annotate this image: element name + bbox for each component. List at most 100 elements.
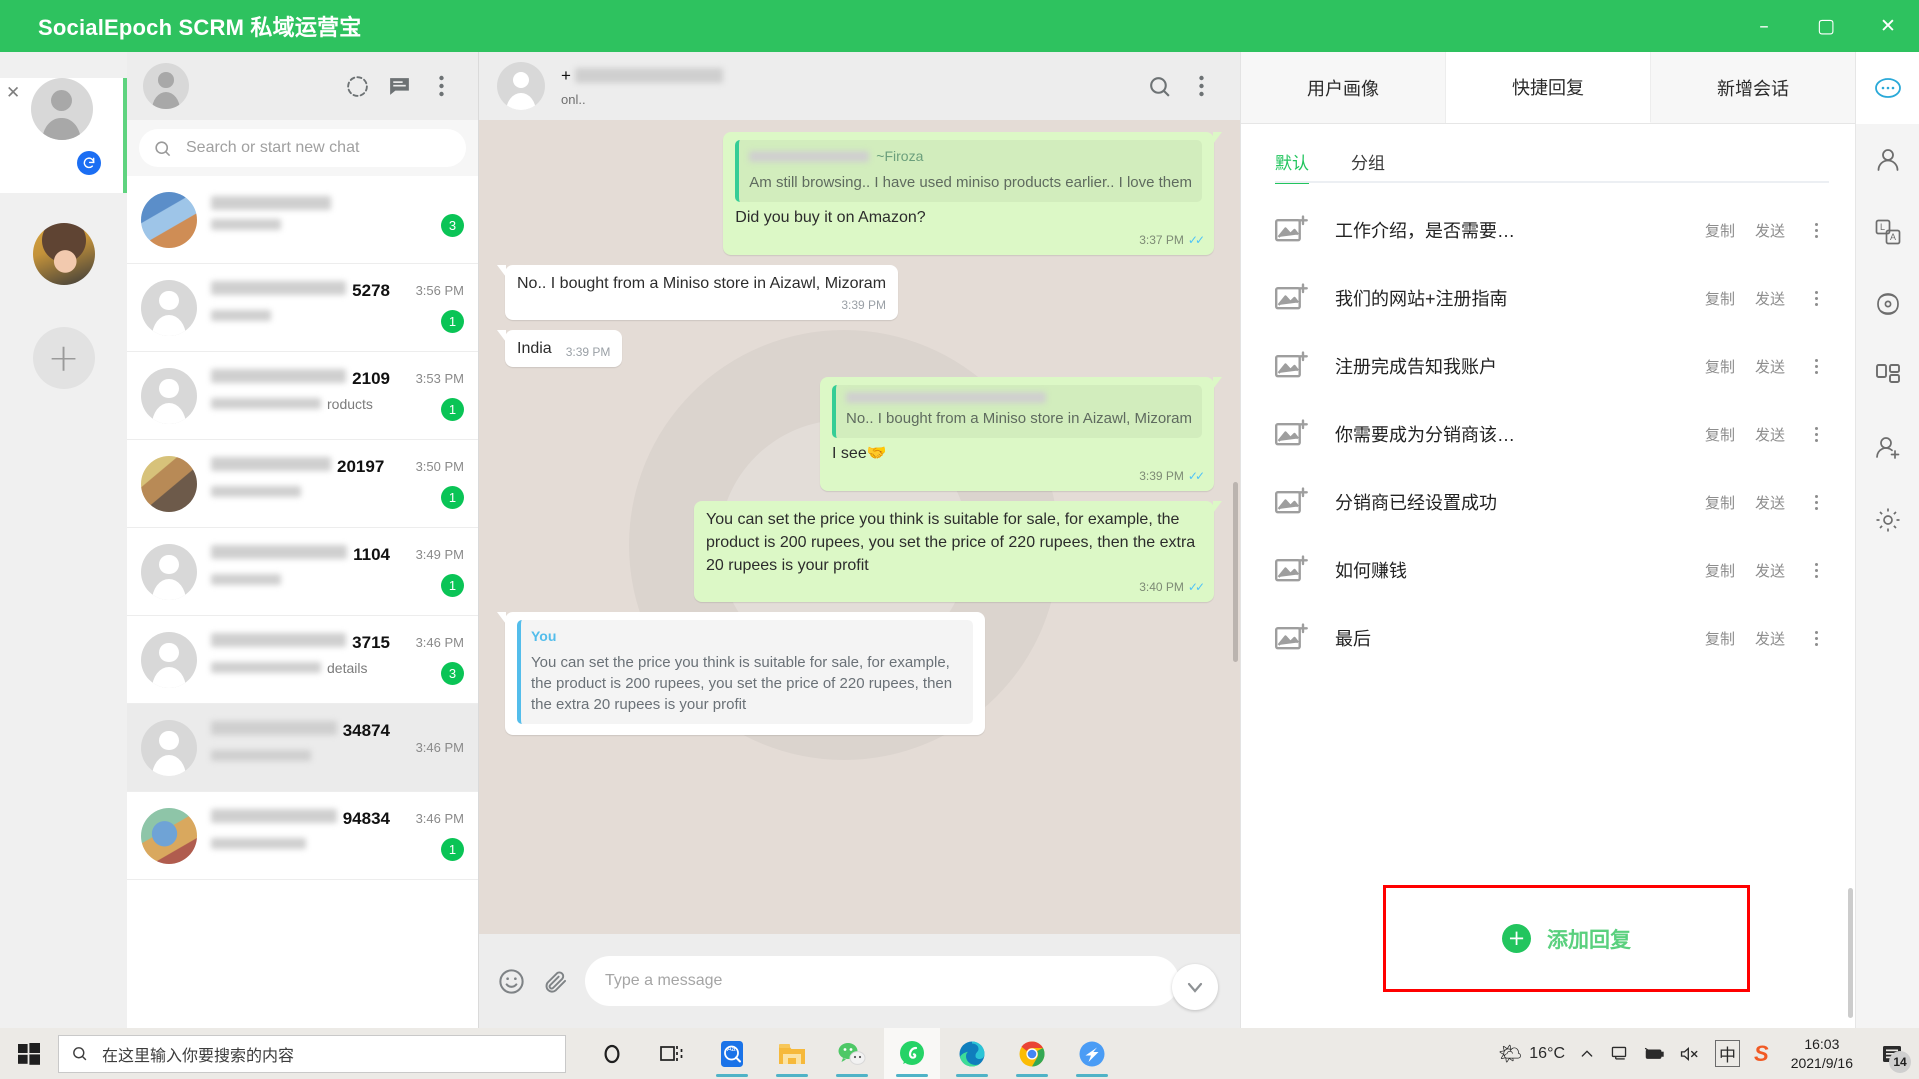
chat-message[interactable]: You You can set the price you think is su… [497,612,1214,736]
chat-list-item[interactable]: 3715 details 3:46 PM 3 [127,616,478,704]
copy-button[interactable]: 复制 [1705,628,1735,649]
tray-expand-icon[interactable] [1579,1046,1595,1062]
message-input[interactable]: Type a message [585,956,1179,1006]
chat-message[interactable]: ~Firoza Am still browsing.. I have used m… [505,132,1222,255]
send-button[interactable]: 发送 [1755,220,1785,241]
start-button[interactable] [0,1042,58,1065]
chat-list-item[interactable]: 5278 3:56 PM 1 [127,264,478,352]
copy-button[interactable]: 复制 [1705,560,1735,581]
copy-button[interactable]: 复制 [1705,492,1735,513]
chat-list-item[interactable]: 1104 3:49 PM 1 [127,528,478,616]
sogou-input-icon[interactable]: S [1754,1041,1769,1067]
search-icon[interactable] [1138,65,1180,107]
scrm-scrollbar[interactable] [1848,888,1853,1018]
chat-list-item[interactable]: 3 [127,176,478,264]
ime-language-icon[interactable]: 中 [1715,1040,1741,1067]
translator-icon[interactable]: Aa [704,1028,760,1079]
quick-reply-item[interactable]: 工作介绍，是否需要… 复制 发送 [1241,196,1855,264]
chat-list-item[interactable]: 20197 3:50 PM 1 [127,440,478,528]
chat-message[interactable]: You can set the price you think is suita… [505,501,1222,603]
avatar[interactable] [143,63,189,109]
chat-rows[interactable]: 3 5278 3:56 PM 1 2109 roducts 3:53 PM 1 20197 3:5… [127,176,478,1028]
scrm-tabs[interactable]: 用户画像 快捷回复 新增会话 [1241,52,1855,124]
search-input[interactable]: Search or start new chat [139,129,466,167]
send-button[interactable]: 发送 [1755,560,1785,581]
chat-list-item[interactable]: 94834 3:46 PM 1 [127,792,478,880]
gear-icon[interactable] [1856,484,1919,556]
maximize-button[interactable]: ▢ [1795,0,1857,52]
volume-muted-icon[interactable] [1679,1045,1701,1063]
send-button[interactable]: 发送 [1755,424,1785,445]
account-active[interactable]: ✕ [0,78,127,193]
avatar[interactable] [497,62,545,110]
taskbar-app-icons[interactable]: Aa [584,1028,1120,1079]
more-options-icon[interactable] [1803,562,1829,578]
chat-message[interactable]: 3:39 PM India [496,330,1214,368]
emoji-icon[interactable] [497,967,526,996]
translate-icon[interactable]: LA [1856,196,1919,268]
sync-icon[interactable] [77,151,101,175]
menu-icon[interactable] [1180,65,1222,107]
scrm-subtab-1[interactable]: 分组 [1351,149,1385,184]
user-icon[interactable] [1856,124,1919,196]
send-button[interactable]: 发送 [1755,288,1785,309]
send-button[interactable]: 发送 [1755,628,1785,649]
scrm-subtabs[interactable]: 默认 分组 [1241,124,1855,184]
more-options-icon[interactable] [1803,290,1829,306]
quick-reply-item[interactable]: 分销商已经设置成功 复制 发送 [1241,468,1855,536]
battery-icon[interactable] [1643,1046,1665,1062]
chat-message[interactable]: No.. I bought from a Miniso store in Aiz… [505,377,1222,492]
add-account-button[interactable]: + [32,327,95,389]
network-icon[interactable] [1609,1045,1629,1063]
scrm-tab-2[interactable]: 新增会话 [1651,52,1855,123]
wechat-icon[interactable] [824,1028,880,1079]
chat-list-item[interactable]: 2109 roducts 3:53 PM 1 [127,352,478,440]
copy-button[interactable]: 复制 [1705,288,1735,309]
chat-bubble-icon[interactable] [1856,52,1919,124]
more-options-icon[interactable] [1803,426,1829,442]
scrm-tab-0[interactable]: 用户画像 [1241,52,1446,123]
send-button[interactable]: 发送 [1755,356,1785,377]
quick-reply-item[interactable]: 我们的网站+注册指南 复制 发送 [1241,264,1855,332]
add-user-icon[interactable] [1856,412,1919,484]
scrm-tab-1[interactable]: 快捷回复 [1446,52,1651,123]
more-options-icon[interactable] [1803,358,1829,374]
menu-icon[interactable] [420,65,462,107]
scroll-to-bottom-button[interactable] [1172,964,1218,1010]
notification-center-button[interactable]: 14 [1875,1037,1911,1073]
quick-reply-list[interactable]: 工作介绍，是否需要… 复制 发送 我们的网站+注册指南 复制 发送 注册完成告知我账户 复制发… [1241,184,1855,672]
file-explorer-icon[interactable] [764,1028,820,1079]
dingtalk-icon[interactable] [1064,1028,1120,1079]
edge-icon[interactable] [944,1028,1000,1079]
quick-reply-item[interactable]: 你需要成为分销商该… 复制 发送 [1241,400,1855,468]
close-icon[interactable]: ✕ [6,83,20,103]
taskbar-clock[interactable]: 16:03 2021/9/16 [1791,1035,1853,1073]
send-button[interactable]: 发送 [1755,492,1785,513]
account-photo[interactable] [32,223,95,285]
chrome-icon[interactable] [1004,1028,1060,1079]
chat-message[interactable]: No.. I bought from a Miniso store in Aiz… [496,264,1214,321]
quick-reply-item[interactable]: 最后 复制 发送 [1241,604,1855,672]
minimize-button[interactable]: – [1733,0,1795,52]
copy-button[interactable]: 复制 [1705,424,1735,445]
more-options-icon[interactable] [1803,494,1829,510]
scrm-subtab-0[interactable]: 默认 [1275,149,1309,184]
message-list[interactable]: ~Firoza Am still browsing.. I have used m… [479,120,1240,934]
status-ring-icon[interactable] [336,65,378,107]
copy-button[interactable]: 复制 [1705,220,1735,241]
task-view-icon[interactable] [644,1028,700,1079]
new-chat-icon[interactable] [378,65,420,107]
quick-reply-item[interactable]: 如何赚钱 复制 发送 [1241,536,1855,604]
more-options-icon[interactable] [1803,630,1829,646]
whatsapp-icon[interactable] [884,1028,940,1079]
weather-widget[interactable]: 🌤 16°C [1498,1042,1565,1065]
add-reply-button[interactable]: + 添加回复 [1383,885,1750,992]
apps-grid-icon[interactable] [1856,340,1919,412]
copy-button[interactable]: 复制 [1705,356,1735,377]
atom-icon[interactable] [1856,268,1919,340]
chat-list-item[interactable]: 34874 3:46 PM [127,704,478,792]
attach-icon[interactable] [542,968,569,995]
taskbar-search-input[interactable]: 在这里输入你要搜索的内容 [58,1034,566,1073]
conversation-scrollbar[interactable] [1233,482,1238,662]
more-options-icon[interactable] [1803,222,1829,238]
